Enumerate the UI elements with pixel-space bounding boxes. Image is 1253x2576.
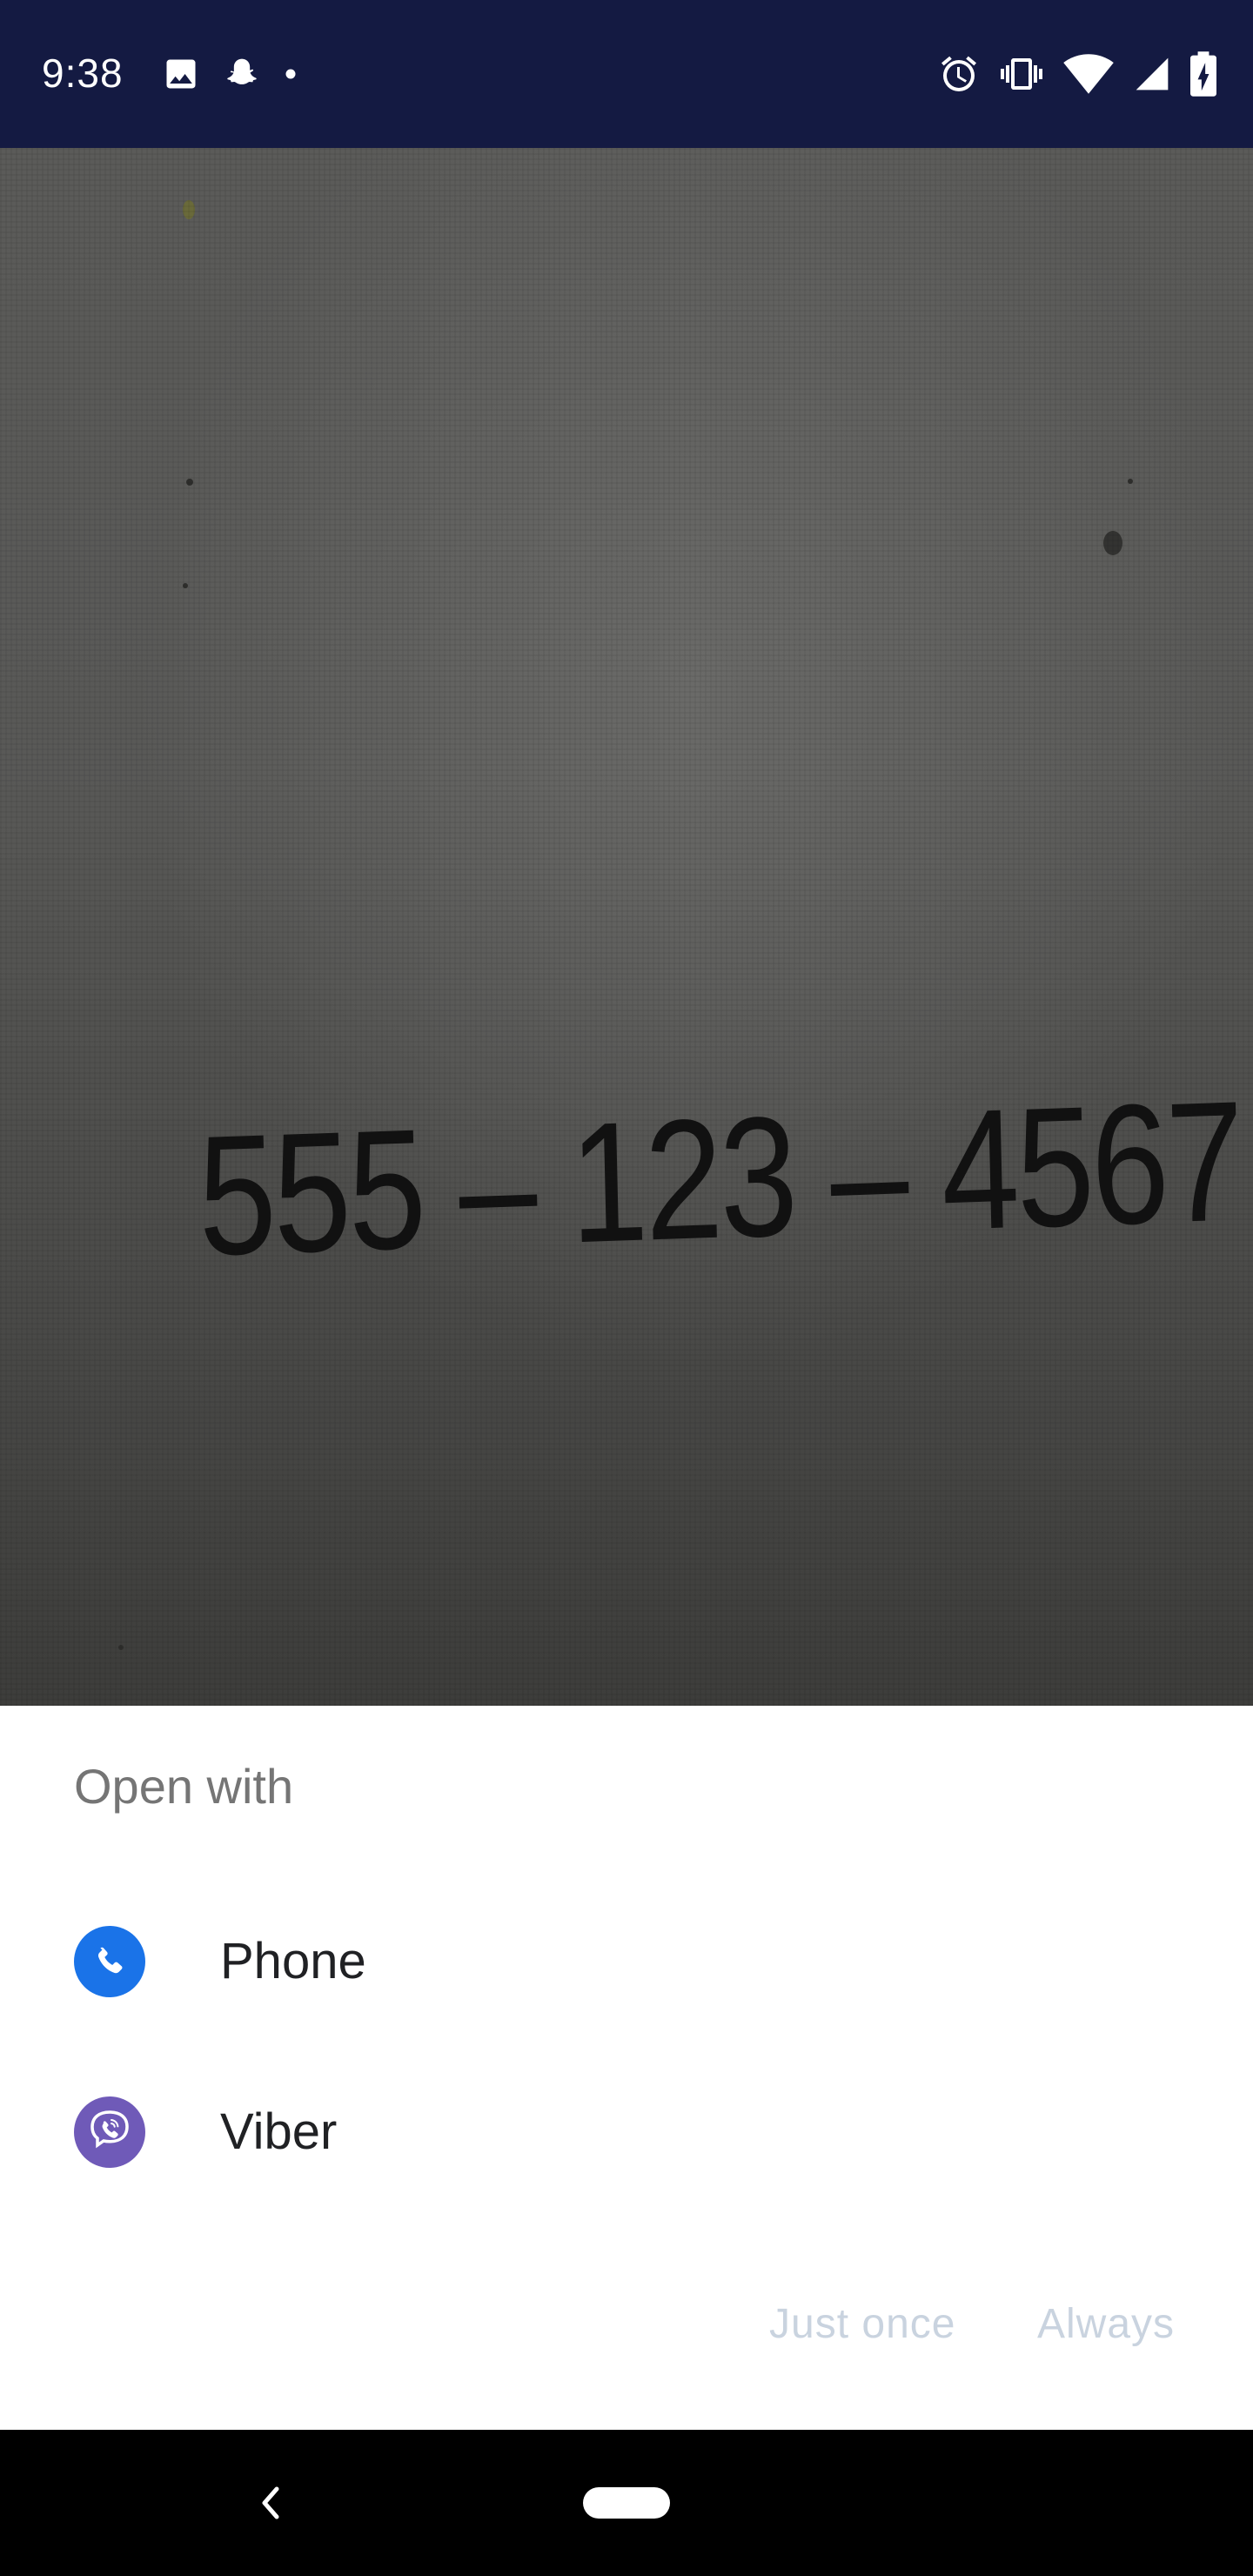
app-option-phone[interactable]: Phone <box>0 1876 1253 2047</box>
viber-icon <box>74 2096 145 2168</box>
vibrate-icon <box>999 53 1044 95</box>
snapchat-icon <box>223 55 261 93</box>
preview-speck <box>183 583 188 588</box>
always-button[interactable]: Always <box>1037 2287 1175 2362</box>
app-label-viber: Viber <box>220 2103 338 2160</box>
preview-speck <box>1103 531 1122 555</box>
camera-preview: 555 – 123 – 4567 <box>0 148 1253 1706</box>
dot-icon <box>284 67 298 81</box>
app-option-viber[interactable]: Viber <box>0 2047 1253 2217</box>
cell-signal-icon <box>1133 55 1171 93</box>
wifi-icon <box>1063 53 1114 95</box>
back-icon[interactable] <box>252 2479 287 2527</box>
preview-speck <box>118 1645 124 1650</box>
status-time: 9:38 <box>42 50 124 96</box>
battery-charging-icon <box>1190 51 1216 97</box>
app-label-phone: Phone <box>220 1933 366 1989</box>
status-bar: 9:38 <box>0 0 1253 148</box>
alarm-icon <box>938 53 980 95</box>
just-once-button[interactable]: Just once <box>769 2287 955 2362</box>
open-with-sheet: Open with Phone Viber Just once Always <box>0 1706 1253 2430</box>
sheet-actions: Just once Always <box>0 2287 1253 2362</box>
status-system-icons <box>938 50 1216 97</box>
image-icon <box>162 55 200 93</box>
recognized-phone-number: 555 – 123 – 4567 <box>196 1065 1243 1291</box>
status-notification-icons <box>162 52 298 96</box>
phone-icon <box>74 1926 145 1997</box>
home-pill-icon[interactable] <box>583 2487 670 2519</box>
preview-speck <box>183 200 195 219</box>
preview-speck <box>1128 479 1133 484</box>
screen: 9:38 555 – 123 – 4567 Open with Phone Vi… <box>0 0 1253 2576</box>
navigation-bar <box>0 2430 1253 2576</box>
preview-speck <box>186 479 193 486</box>
sheet-title: Open with <box>74 1759 294 1814</box>
